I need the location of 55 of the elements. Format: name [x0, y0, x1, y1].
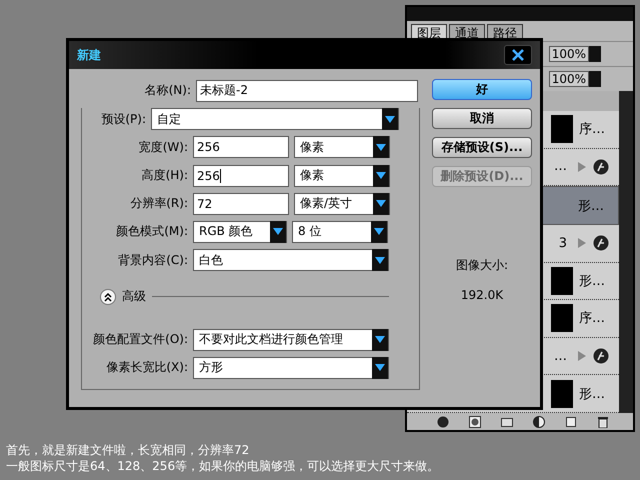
field-label: 预设(P):	[100, 110, 146, 128]
dropdown[interactable]: 8 位	[292, 220, 388, 243]
layer-name: 3	[558, 236, 567, 251]
field-label: 宽度(W):	[138, 138, 188, 156]
layer-thumbnail	[551, 115, 573, 144]
caption-text: 首先，就是新建文件啦，长宽相同，分辨率72	[6, 442, 250, 458]
text-field[interactable]: 72	[193, 192, 289, 215]
field-label: 颜色模式(M):	[115, 223, 188, 240]
field-label: 像素长宽比(X):	[105, 359, 188, 376]
preset-dropdown[interactable]: 自定	[151, 108, 399, 130]
chevron-icon	[103, 292, 113, 302]
field-label: 名称(N):	[144, 82, 191, 99]
dialog-button[interactable]: 取消	[432, 108, 532, 129]
opacity-field[interactable]: 100%	[548, 71, 589, 87]
dialog-title: 新建	[77, 46, 101, 64]
layer-name: 序…	[579, 310, 606, 328]
collapse-toggle[interactable]	[100, 288, 116, 305]
caption-text: 一般图标尺寸是64、128、256等，如果你的电脑够强，可以选择更大尺寸来做。	[6, 458, 440, 474]
text-field[interactable]: 256	[193, 164, 289, 187]
layer-name: 形…	[579, 386, 606, 403]
dropdown[interactable]: 方形	[193, 356, 389, 379]
layer-name: …	[554, 348, 567, 364]
layer-thumbnail	[551, 380, 573, 408]
mask-icon[interactable]	[469, 416, 481, 428]
layer-name: 形…	[578, 198, 605, 215]
field-label: 高度(H):	[140, 167, 188, 184]
image-size-label: 图像大小:	[456, 257, 508, 274]
layer-name: …	[554, 159, 567, 174]
image-size-value: 192.0K	[460, 288, 504, 302]
new-layer-icon[interactable]	[565, 416, 577, 428]
folder-icon[interactable]	[501, 416, 513, 426]
dropdown[interactable]: 像素	[294, 136, 390, 158]
dialog-button[interactable]: 好	[432, 79, 532, 100]
scrollbar[interactable]	[619, 91, 633, 413]
field-label: 分辨率(R):	[129, 195, 188, 212]
field-label: 颜色配置文件(O):	[92, 331, 188, 348]
opacity-field[interactable]: 100%	[548, 46, 589, 62]
dropdown[interactable]: RGB 颜色	[193, 220, 287, 243]
layer-name: 序…	[579, 121, 606, 138]
layer-name: 形…	[579, 272, 606, 290]
dropdown[interactable]: 像素/英寸	[294, 192, 390, 215]
dropdown[interactable]: 不要对此文档进行颜色管理	[193, 328, 389, 351]
close-icon	[512, 49, 524, 61]
section-label: 高级	[122, 288, 146, 306]
dropdown[interactable]: 白色	[193, 249, 389, 272]
adjustment-icon[interactable]	[533, 416, 545, 428]
trash-icon[interactable]	[597, 416, 609, 428]
name-field[interactable]: 未标题-2	[196, 80, 418, 102]
layer-thumbnail	[551, 304, 573, 332]
text-field[interactable]: 256	[193, 136, 289, 158]
layer-thumbnail	[551, 266, 573, 295]
dialog-button[interactable]: 存储预设(S)...	[432, 137, 532, 158]
close-button[interactable]	[504, 45, 532, 65]
dropdown[interactable]: 像素	[294, 164, 390, 187]
field-label: 背景内容(C):	[117, 252, 188, 269]
